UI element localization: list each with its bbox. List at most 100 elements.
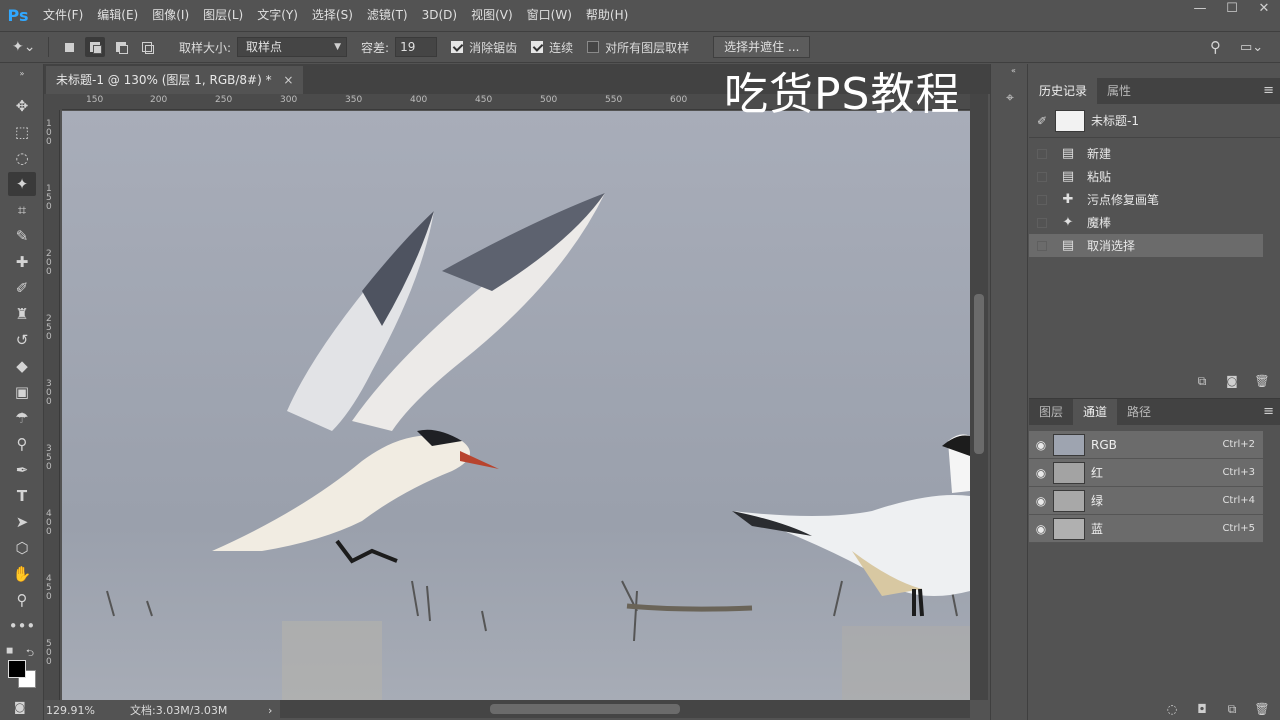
select-and-mask-button[interactable]: 选择并遮住 ... bbox=[713, 36, 811, 58]
new-channel-icon[interactable]: ⧉ bbox=[1220, 702, 1244, 717]
history-brush-tool-icon[interactable]: ↺ bbox=[8, 328, 36, 352]
panel-menu-icon[interactable]: ≡ bbox=[1263, 78, 1274, 104]
vertical-scrollbar[interactable] bbox=[970, 94, 988, 700]
contiguous-checkbox[interactable] bbox=[531, 41, 544, 53]
channel-row-green[interactable]: ◉ 绿 Ctrl+4 bbox=[1029, 487, 1263, 515]
trash-icon[interactable]: 🗑 bbox=[1250, 702, 1274, 716]
history-item-new[interactable]: ▤ 新建 bbox=[1029, 142, 1280, 165]
horizontal-scrollbar[interactable] bbox=[280, 700, 970, 718]
panel-menu-icon[interactable]: ≡ bbox=[1263, 399, 1274, 425]
maximize-button[interactable]: ☐ bbox=[1216, 0, 1248, 20]
quick-mask-icon[interactable]: ◙ bbox=[14, 700, 26, 714]
subtract-selection-mode-icon[interactable] bbox=[111, 37, 131, 57]
history-source-checkbox[interactable] bbox=[1037, 171, 1047, 182]
dodge-tool-icon[interactable]: ⚲ bbox=[8, 432, 36, 456]
menu-view[interactable]: 视图(V) bbox=[464, 0, 520, 30]
collapse-panels-icon[interactable]: « bbox=[1011, 66, 1016, 75]
history-item-deselect[interactable]: ▤ 取消选择 bbox=[1029, 234, 1263, 257]
hand-tool-icon[interactable]: ✋ bbox=[8, 562, 36, 586]
tab-paths[interactable]: 路径 bbox=[1117, 399, 1161, 425]
save-selection-channel-icon[interactable]: ◘ bbox=[1190, 702, 1214, 716]
history-source-checkbox[interactable] bbox=[1037, 217, 1047, 228]
menu-window[interactable]: 窗口(W) bbox=[520, 0, 579, 30]
eye-icon[interactable]: ◉ bbox=[1029, 522, 1053, 536]
status-menu-arrow-icon[interactable]: › bbox=[268, 704, 272, 717]
collapse-toolbar-icon[interactable]: » bbox=[8, 68, 36, 78]
tab-layers[interactable]: 图层 bbox=[1029, 399, 1073, 425]
minimize-button[interactable]: — bbox=[1184, 0, 1216, 20]
crop-tool-icon[interactable]: ⌗ bbox=[8, 198, 36, 222]
new-document-from-state-icon[interactable]: ⧉ bbox=[1190, 374, 1214, 389]
history-snapshot[interactable]: ✐ 未标题-1 bbox=[1029, 104, 1280, 138]
healing-brush-tool-icon[interactable]: ✚ bbox=[8, 250, 36, 274]
menu-edit[interactable]: 编辑(E) bbox=[90, 0, 145, 30]
menu-filter[interactable]: 滤镜(T) bbox=[360, 0, 415, 30]
menu-layer[interactable]: 图层(L) bbox=[196, 0, 250, 30]
tolerance-input[interactable]: 19 bbox=[395, 37, 438, 57]
scroll-thumb[interactable] bbox=[490, 704, 680, 714]
history-source-checkbox[interactable] bbox=[1037, 148, 1047, 159]
move-tool-icon[interactable]: ✥ bbox=[8, 94, 36, 118]
intersect-selection-mode-icon[interactable] bbox=[137, 37, 157, 57]
history-item-spot-healing[interactable]: ✚ 污点修复画笔 bbox=[1029, 188, 1280, 211]
gradient-tool-icon[interactable]: ▣ bbox=[8, 380, 36, 404]
eye-icon[interactable]: ◉ bbox=[1029, 466, 1053, 480]
shape-tool-icon[interactable]: ⬡ bbox=[8, 536, 36, 560]
new-selection-mode-icon[interactable] bbox=[59, 37, 79, 57]
lasso-tool-icon[interactable]: ◌ bbox=[8, 146, 36, 170]
trash-icon[interactable]: 🗑 bbox=[1250, 374, 1274, 388]
path-selection-tool-icon[interactable]: ➤ bbox=[8, 510, 36, 534]
channel-row-blue[interactable]: ◉ 蓝 Ctrl+5 bbox=[1029, 515, 1263, 543]
tab-channels[interactable]: 通道 bbox=[1073, 399, 1118, 425]
eraser-tool-icon[interactable]: ◆ bbox=[8, 354, 36, 378]
foreground-color-swatch[interactable] bbox=[8, 660, 26, 678]
more-tools-icon[interactable]: ••• bbox=[8, 614, 36, 638]
eyedropper-tool-icon[interactable]: ✎ bbox=[8, 224, 36, 248]
blur-tool-icon[interactable]: ☂ bbox=[8, 406, 36, 430]
menu-3d[interactable]: 3D(D) bbox=[415, 0, 464, 30]
ruler-origin[interactable] bbox=[44, 94, 62, 110]
document-canvas[interactable] bbox=[62, 111, 970, 700]
menu-select[interactable]: 选择(S) bbox=[305, 0, 360, 30]
swap-colors-icon[interactable]: ⮌ bbox=[26, 646, 34, 663]
history-source-checkbox[interactable] bbox=[1037, 194, 1047, 205]
history-item-magic-wand[interactable]: ✦ 魔棒 bbox=[1029, 211, 1280, 234]
camera-icon[interactable]: ◙ bbox=[1220, 374, 1244, 388]
magic-wand-tool-preset-icon[interactable]: ✦⌄ bbox=[12, 39, 46, 55]
add-to-selection-mode-icon[interactable] bbox=[85, 37, 105, 57]
tab-history[interactable]: 历史记录 bbox=[1029, 78, 1098, 104]
menu-file[interactable]: 文件(F) bbox=[36, 0, 90, 30]
menu-type[interactable]: 文字(Y) bbox=[250, 0, 305, 30]
anti-alias-checkbox[interactable] bbox=[451, 41, 464, 53]
magic-wand-tool-icon[interactable]: ✦ bbox=[8, 172, 36, 196]
menu-help[interactable]: 帮助(H) bbox=[579, 0, 635, 30]
sample-size-select[interactable]: 取样点 ▼ bbox=[237, 37, 348, 57]
sample-all-layers-checkbox[interactable] bbox=[587, 41, 600, 53]
brush-tool-icon[interactable]: ✐ bbox=[8, 276, 36, 300]
default-colors-icon[interactable]: ◼ bbox=[6, 646, 13, 656]
pen-tool-icon[interactable]: ✒ bbox=[8, 458, 36, 482]
tool-presets-icon[interactable]: ⌖ bbox=[999, 90, 1021, 112]
close-button[interactable]: ✕ bbox=[1248, 0, 1280, 20]
load-channel-selection-icon[interactable]: ◌ bbox=[1160, 702, 1184, 716]
document-tab[interactable]: 未标题-1 @ 130% (图层 1, RGB/8#) * × bbox=[46, 66, 304, 94]
menu-image[interactable]: 图像(I) bbox=[145, 0, 196, 30]
history-source-checkbox[interactable] bbox=[1037, 240, 1047, 251]
history-item-paste[interactable]: ▤ 粘贴 bbox=[1029, 165, 1280, 188]
eye-icon[interactable]: ◉ bbox=[1029, 494, 1053, 508]
search-icon[interactable]: ⚲ bbox=[1210, 38, 1240, 56]
stamp-tool-icon[interactable]: ♜ bbox=[8, 302, 36, 326]
close-icon[interactable]: × bbox=[283, 73, 293, 87]
scroll-thumb[interactable] bbox=[974, 294, 984, 454]
ruler-tick-label: 450 bbox=[475, 95, 493, 105]
tab-properties[interactable]: 属性 bbox=[1097, 78, 1141, 104]
channel-row-red[interactable]: ◉ 红 Ctrl+3 bbox=[1029, 459, 1263, 487]
workspace-icon[interactable]: ▭⌄ bbox=[1240, 40, 1280, 55]
marquee-tool-icon[interactable]: ⬚ bbox=[8, 120, 36, 144]
type-tool-icon[interactable]: T bbox=[8, 484, 36, 508]
eye-icon[interactable]: ◉ bbox=[1029, 438, 1053, 452]
zoom-tool-icon[interactable]: ⚲ bbox=[8, 588, 36, 612]
history-brush-source-icon[interactable]: ✐ bbox=[1029, 114, 1055, 128]
channel-row-rgb[interactable]: ◉ RGB Ctrl+2 bbox=[1029, 431, 1263, 459]
zoom-level[interactable]: 129.91% bbox=[46, 704, 130, 717]
